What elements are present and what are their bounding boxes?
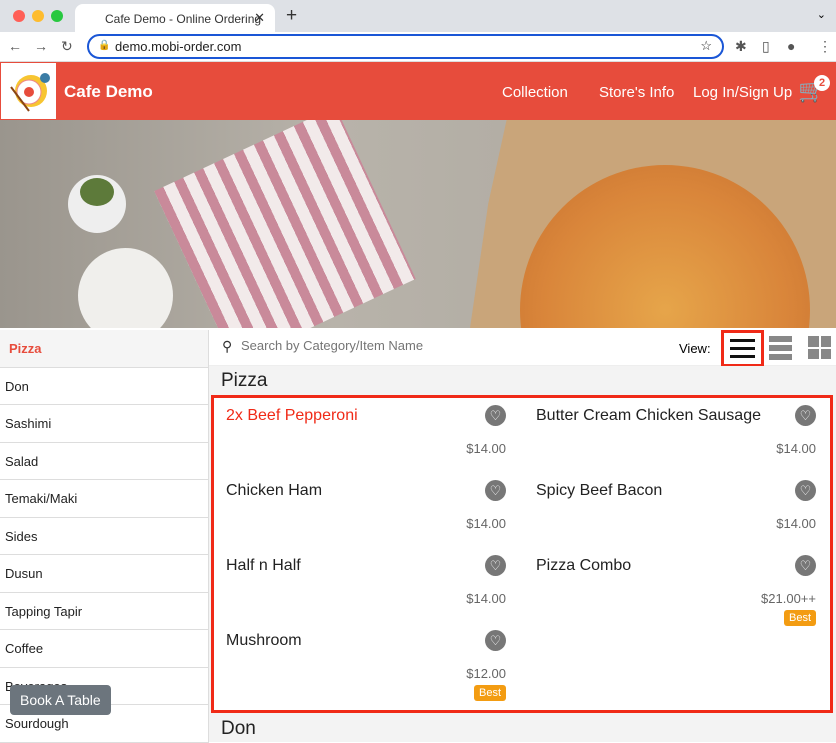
menu-icon[interactable]: ⋮ (818, 38, 832, 55)
favorite-heart-icon[interactable]: ♡ (795, 555, 816, 576)
category-sides[interactable]: Sides (0, 518, 208, 555)
item-name: Spicy Beef Bacon (536, 482, 663, 499)
menu-item[interactable]: Pizza Combo ♡ $21.00++ Best (524, 548, 824, 626)
menu-content: Pizza 2x Beef Pepperoni ♡ $14.00 Butter … (209, 366, 836, 742)
url-text: demo.mobi-order.com (115, 39, 242, 54)
extensions-icon[interactable]: ✱ (735, 38, 747, 55)
favorite-heart-icon[interactable]: ♡ (485, 630, 506, 651)
item-price: $14.00 (466, 591, 506, 606)
site-header: Cafe Demo Collection Store's Info Log In… (0, 62, 836, 120)
item-name: Butter Cream Chicken Sausage (536, 407, 761, 424)
favorite-heart-icon[interactable]: ♡ (485, 405, 506, 426)
maximize-window-button[interactable] (51, 10, 63, 22)
item-price: $12.00 (466, 666, 506, 681)
logo-plate-icon (9, 73, 50, 112)
item-list: 2x Beef Pepperoni ♡ $14.00 Butter Cream … (211, 395, 833, 713)
section-title-don: Don (221, 718, 256, 739)
category-sashimi[interactable]: Sashimi (0, 405, 208, 443)
reload-icon[interactable]: ↻ (61, 38, 73, 55)
item-name: Half n Half (226, 557, 301, 574)
browser-tab-bar: Cafe Demo - Online Ordering ✕ + ⌄ (0, 0, 836, 32)
item-price: $14.00 (776, 516, 816, 531)
section-title-pizza: Pizza (221, 370, 268, 391)
favorite-heart-icon[interactable]: ♡ (795, 405, 816, 426)
menu-item[interactable]: Mushroom ♡ $12.00 Best (214, 623, 514, 701)
browser-tab[interactable]: Cafe Demo - Online Ordering ✕ (75, 4, 275, 32)
menu-item[interactable]: Butter Cream Chicken Sausage ♡ $14.00 (524, 398, 824, 473)
logo[interactable] (1, 63, 56, 119)
back-icon[interactable]: ← (8, 38, 22, 54)
close-window-button[interactable] (13, 10, 25, 22)
bookmark-star-icon[interactable]: ☆ (700, 38, 712, 54)
nav-login-signup[interactable]: Log In/Sign Up (693, 84, 792, 101)
view-label: View: (679, 341, 711, 356)
browser-toolbar: ← → ↻ 🔒 demo.mobi-order.com ☆ ✱ ▯ ● ⋮ (0, 32, 836, 62)
item-price: $14.00 (466, 441, 506, 456)
item-name: Pizza Combo (536, 557, 632, 574)
nav-collection[interactable]: Collection (502, 84, 568, 101)
search-bar: ⚲ View: (209, 330, 836, 367)
tab-title: Cafe Demo - Online Ordering (105, 12, 262, 26)
close-tab-icon[interactable]: ✕ (254, 10, 265, 26)
nav-store-info[interactable]: Store's Info (599, 84, 674, 101)
category-tapping-tapir[interactable]: Tapping Tapir (0, 593, 208, 630)
menu-item[interactable]: Half n Half ♡ $14.00 (214, 548, 514, 623)
menu-item[interactable]: Spicy Beef Bacon ♡ $14.00 (524, 473, 824, 548)
brand-name[interactable]: Cafe Demo (64, 82, 153, 102)
view-grid-button[interactable] (808, 336, 831, 359)
best-badge: Best (473, 685, 506, 701)
search-input[interactable] (241, 338, 541, 353)
tab-search-chevron-icon[interactable]: ⌄ (817, 8, 826, 21)
side-panel-icon[interactable]: ▯ (762, 38, 770, 55)
item-name: Mushroom (226, 632, 302, 649)
item-price: $21.00++ (761, 591, 816, 606)
new-tab-icon[interactable]: + (286, 5, 297, 27)
book-a-table-button[interactable]: Book A Table (10, 685, 111, 715)
favorite-heart-icon[interactable]: ♡ (795, 480, 816, 501)
item-price: $14.00 (466, 516, 506, 531)
minimize-window-button[interactable] (32, 10, 44, 22)
category-don[interactable]: Don (0, 368, 208, 405)
menu-item[interactable]: 2x Beef Pepperoni ♡ $14.00 (214, 398, 514, 473)
category-coffee[interactable]: Coffee (0, 630, 208, 668)
lock-icon: 🔒 (98, 40, 111, 51)
hero-banner-image (0, 120, 836, 328)
search-icon: ⚲ (222, 338, 233, 354)
cart-count-badge: 2 (814, 75, 830, 91)
address-bar[interactable]: 🔒 demo.mobi-order.com ☆ (87, 34, 724, 59)
item-name: 2x Beef Pepperoni (226, 407, 358, 424)
category-dusun[interactable]: Dusun (0, 555, 208, 593)
item-name: Chicken Ham (226, 482, 323, 499)
menu-item[interactable]: Chicken Ham ♡ $14.00 (214, 473, 514, 548)
category-pizza[interactable]: Pizza (0, 330, 208, 368)
category-salad[interactable]: Salad (0, 443, 208, 480)
view-detailed-list-button[interactable] (769, 336, 792, 360)
favorite-heart-icon[interactable]: ♡ (485, 480, 506, 501)
category-sidebar: Pizza Don Sashimi Salad Temaki/Maki Side… (0, 330, 209, 743)
profile-icon[interactable]: ● (787, 38, 795, 54)
favorite-heart-icon[interactable]: ♡ (485, 555, 506, 576)
item-price: $14.00 (776, 441, 816, 456)
best-badge: Best (783, 610, 816, 626)
forward-icon[interactable]: → (34, 38, 48, 54)
category-temaki-maki[interactable]: Temaki/Maki (0, 480, 208, 518)
view-list-button[interactable] (721, 330, 764, 367)
